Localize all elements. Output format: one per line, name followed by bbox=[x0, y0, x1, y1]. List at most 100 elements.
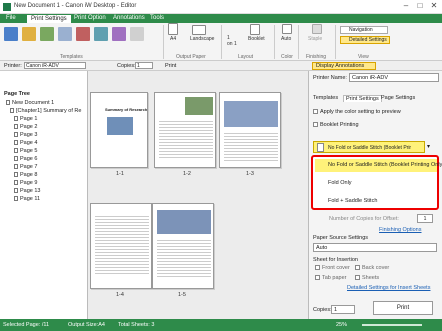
template-8-icon[interactable] bbox=[130, 27, 144, 41]
finishing-options-link[interactable]: Finishing Options bbox=[379, 227, 422, 233]
tree-page[interactable]: Page 3 bbox=[14, 132, 37, 138]
sheets-checkbox[interactable]: Sheets bbox=[355, 275, 379, 281]
staple-button[interactable]: Staple bbox=[308, 36, 322, 42]
tree-page[interactable]: Page 4 bbox=[14, 140, 37, 146]
tab-paper-checkbox[interactable]: Tab paper bbox=[315, 275, 346, 281]
tree-page[interactable]: Page 2 bbox=[14, 124, 37, 130]
tree-page[interactable]: Page 11 bbox=[14, 196, 40, 202]
template-3-icon[interactable] bbox=[40, 27, 54, 41]
template-4-icon[interactable] bbox=[58, 27, 72, 41]
page-thumbnail[interactable] bbox=[90, 203, 152, 289]
tree-page[interactable]: Page 5 bbox=[14, 148, 37, 154]
page-thumbnail[interactable] bbox=[219, 92, 281, 168]
page-text-lines bbox=[224, 131, 278, 161]
template-1-icon[interactable] bbox=[4, 27, 18, 41]
tree-chapter[interactable]: [Chapter1] Summary of Re bbox=[10, 108, 81, 114]
booklet-mode-value: No Fold or Saddle Stitch (Booklet Prir bbox=[328, 145, 412, 151]
printer-name-select[interactable]: Canon iR-ADV bbox=[349, 73, 439, 82]
page-label: 1-1 bbox=[116, 171, 124, 177]
paper-source-select[interactable]: Auto bbox=[313, 243, 437, 252]
copies-offset-label: Number of Copies for Offset: bbox=[329, 216, 399, 222]
tree-page[interactable]: Page 7 bbox=[14, 164, 37, 170]
tree-page[interactable]: Page 1 bbox=[14, 116, 37, 122]
page-tree-header: Page Tree bbox=[4, 91, 30, 97]
tab-print-settings[interactable]: Print Settings bbox=[343, 95, 382, 102]
app-icon bbox=[3, 3, 11, 11]
page-label: 1-2 bbox=[183, 171, 191, 177]
template-5-icon[interactable] bbox=[76, 27, 90, 41]
copies-offset-input[interactable]: 1 bbox=[417, 214, 433, 223]
tab-page-settings[interactable]: Page Settings bbox=[381, 95, 415, 101]
tab-templates[interactable]: Templates bbox=[313, 95, 338, 101]
copies-input[interactable]: 1 bbox=[135, 62, 153, 69]
ribbon-separator bbox=[274, 25, 275, 59]
printer-name-label: Printer Name: bbox=[313, 75, 347, 81]
panel-print-button[interactable]: Print bbox=[373, 301, 433, 315]
zoom-slider[interactable] bbox=[362, 324, 422, 326]
tree-page[interactable]: Page 6 bbox=[14, 156, 37, 162]
pages-per-sheet-dropdown[interactable]: 1 on 1 bbox=[227, 35, 237, 47]
template-2-icon[interactable] bbox=[22, 27, 36, 41]
ribbon-separator bbox=[221, 25, 222, 59]
page-text-lines bbox=[157, 238, 211, 278]
page-thumbnail[interactable] bbox=[152, 203, 214, 289]
printer-label: Printer: bbox=[4, 63, 22, 69]
option-icon bbox=[317, 143, 324, 152]
detailed-settings-button[interactable]: Detailed Settings bbox=[340, 36, 390, 44]
color-mode-dropdown[interactable]: Auto bbox=[281, 36, 291, 42]
page-image bbox=[107, 117, 133, 135]
sheet-insertion-label: Sheet for Insertion bbox=[313, 257, 358, 263]
output-size-status: Output Size:A4 bbox=[68, 322, 105, 328]
tree-page[interactable]: Page 13 bbox=[14, 188, 41, 194]
close-button[interactable]: ✕ bbox=[428, 1, 440, 11]
option-fold-saddle-stitch[interactable]: Fold + Saddle Stitch bbox=[315, 195, 437, 208]
back-cover-checkbox[interactable]: Back cover bbox=[355, 265, 389, 271]
maximize-button[interactable]: □ bbox=[414, 1, 426, 11]
display-annotations-button[interactable]: Display Annotations bbox=[312, 62, 376, 70]
paper-size-dropdown[interactable]: A4 bbox=[170, 36, 176, 42]
page-thumbnail[interactable] bbox=[154, 92, 216, 168]
tree-page[interactable]: Page 8 bbox=[14, 172, 37, 178]
page-image bbox=[185, 97, 213, 115]
menu-file[interactable]: File bbox=[2, 14, 20, 23]
menu-bar: File Print Settings Print Option Annotat… bbox=[0, 14, 442, 23]
color-mode-icon bbox=[282, 24, 292, 34]
booklet-printing-checkbox[interactable]: Booklet Printing bbox=[313, 122, 359, 128]
panel-copies-input[interactable]: 1 bbox=[331, 305, 355, 314]
page-label: 1-3 bbox=[246, 171, 254, 177]
page-image bbox=[224, 101, 278, 127]
template-7-icon[interactable] bbox=[112, 27, 126, 41]
tree-root[interactable]: New Document 1 bbox=[6, 100, 54, 106]
print-button[interactable]: Print bbox=[165, 63, 176, 69]
layout-group-label: Layout bbox=[238, 54, 254, 60]
booklet-mode-list: No Fold or Saddle Stitch (Booklet Printi… bbox=[311, 155, 442, 210]
ribbon-separator bbox=[335, 25, 336, 59]
apply-color-checkbox[interactable]: Apply the color setting to preview bbox=[313, 109, 401, 115]
orientation-dropdown[interactable]: Landscape bbox=[190, 36, 214, 42]
detailed-insert-link[interactable]: Detailed Settings for Insert Sheets bbox=[347, 285, 430, 291]
chevron-down-icon[interactable]: ▾ bbox=[427, 143, 430, 150]
booklet-button[interactable]: Booklet bbox=[248, 36, 265, 42]
paper-source-label: Paper Source Settings bbox=[313, 235, 369, 241]
template-6-icon[interactable] bbox=[94, 27, 108, 41]
option-no-fold[interactable]: No Fold or Saddle Stitch (Booklet Printi… bbox=[315, 159, 442, 172]
templates-group-label: Templates bbox=[60, 54, 83, 60]
printer-select[interactable]: Canon iR-ADV bbox=[24, 62, 86, 69]
panel-copies-label: Copies: bbox=[313, 307, 332, 313]
preview-area: Summary of Research 1-1 1-2 1-3 1-4 1-5 bbox=[88, 71, 308, 319]
selected-page-status: Selected Page: /11 bbox=[3, 322, 50, 328]
menu-tools[interactable]: Tools bbox=[146, 14, 168, 23]
booklet-mode-dropdown[interactable]: No Fold or Saddle Stitch (Booklet Prir bbox=[313, 141, 425, 153]
ribbon-separator bbox=[298, 25, 299, 59]
minimize-button[interactable]: – bbox=[400, 1, 412, 11]
navigation-button[interactable]: Navigation bbox=[340, 26, 388, 34]
tree-page[interactable]: Page 9 bbox=[14, 180, 37, 186]
menu-print-settings[interactable]: Print Settings bbox=[26, 14, 72, 23]
menu-annotations[interactable]: Annotations bbox=[109, 14, 149, 23]
finishing-group-label: Finishing bbox=[306, 54, 327, 60]
option-fold-only[interactable]: Fold Only bbox=[315, 177, 437, 190]
front-cover-checkbox[interactable]: Front cover bbox=[315, 265, 350, 271]
page-thumbnail[interactable]: Summary of Research bbox=[90, 92, 148, 168]
menu-print-option[interactable]: Print Option bbox=[70, 14, 110, 23]
total-sheets-status: Total Sheets: 3 bbox=[118, 322, 155, 328]
